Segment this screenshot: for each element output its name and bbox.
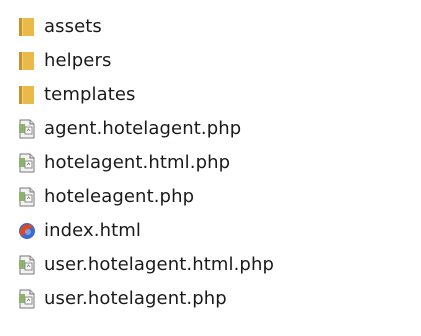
file-name: hoteleagent.php [44, 186, 195, 207]
file-item-user-hotelagent-php[interactable]: user.hotelagent.php [16, 282, 396, 316]
php-file-icon [16, 254, 38, 276]
file-name: templates [44, 84, 136, 105]
file-name: user.hotelagent.html.php [44, 254, 274, 275]
php-file-icon [16, 288, 38, 310]
file-name: agent.hotelagent.php [44, 118, 242, 139]
file-item-templates[interactable]: templates [16, 78, 396, 112]
file-name: index.html [44, 220, 141, 241]
file-name: assets [44, 16, 102, 37]
file-item-hoteleagent-php[interactable]: hoteleagent.php [16, 180, 396, 214]
file-item-user-hotelagent-html-php[interactable]: user.hotelagent.html.php [16, 248, 396, 282]
file-item-index-html[interactable]: index.html [16, 214, 396, 248]
html-file-icon [16, 220, 38, 242]
folder-icon [16, 84, 38, 106]
php-file-icon [16, 186, 38, 208]
file-name: helpers [44, 50, 112, 71]
folder-icon [16, 50, 38, 72]
folder-icon [16, 16, 38, 38]
php-file-icon [16, 118, 38, 140]
file-item-agent-hotelagent-php[interactable]: agent.hotelagent.php [16, 112, 396, 146]
file-item-hotelagent-html-php[interactable]: hotelagent.html.php [16, 146, 396, 180]
file-list: assets helpers templates agent.hotelagen… [16, 10, 396, 316]
file-name: user.hotelagent.php [44, 288, 227, 309]
file-item-assets[interactable]: assets [16, 10, 396, 44]
file-name: hotelagent.html.php [44, 152, 231, 173]
file-item-helpers[interactable]: helpers [16, 44, 396, 78]
php-file-icon [16, 152, 38, 174]
